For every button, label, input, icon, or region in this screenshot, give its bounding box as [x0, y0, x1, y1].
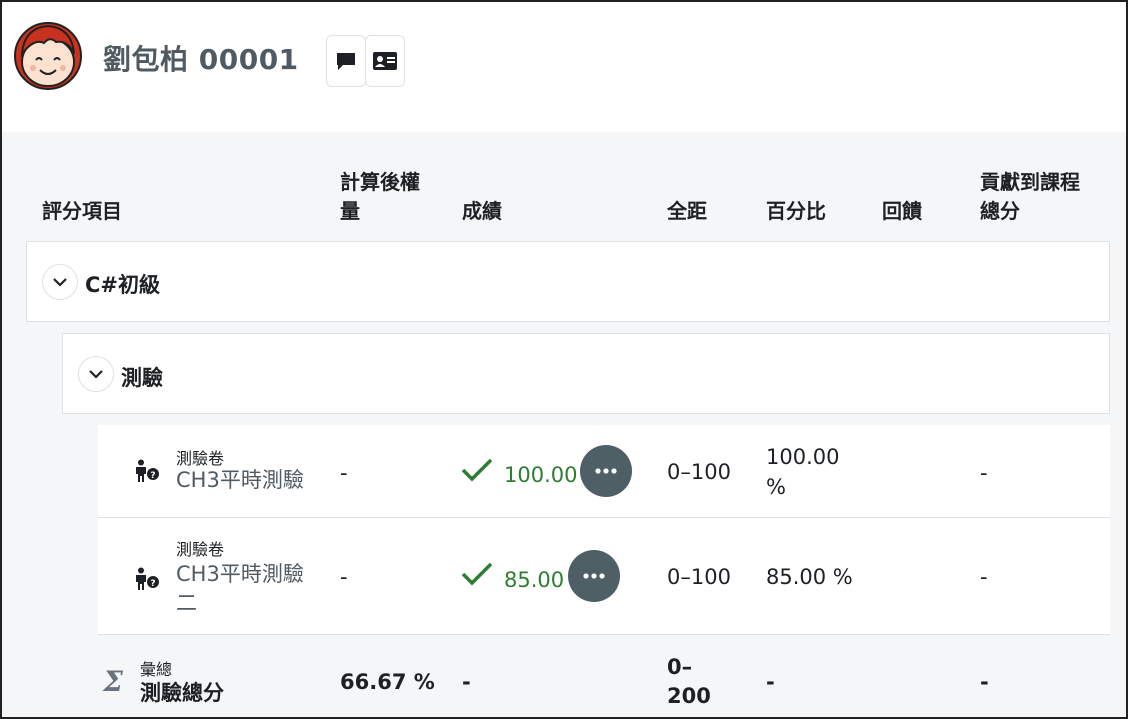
quiz-person-icon: ? — [136, 567, 159, 590]
header-range: 全距 — [667, 199, 707, 223]
total-weight: 66.67 % — [340, 670, 435, 694]
header-weight-line1: 計算後權 — [340, 170, 420, 194]
avatar[interactable] — [10, 16, 86, 92]
table-row: ? 測驗卷 CH3平時測驗 二 - 85.00 0–100 85.00 % - — [98, 518, 1110, 635]
chevron-down-icon — [89, 370, 103, 379]
message-button[interactable] — [326, 35, 366, 87]
total-name: 測驗總分 — [140, 681, 224, 705]
quiz-person-icon: ? — [136, 459, 159, 482]
header-feedback: 回饋 — [882, 199, 922, 223]
header-contribution-line1: 貢獻到課程 — [980, 170, 1080, 194]
item-type: 測驗卷 — [176, 449, 225, 468]
header-grade: 成績 — [462, 199, 502, 223]
item-name-link[interactable]: CH3平時測驗 — [176, 467, 326, 494]
contribution-value: - — [980, 565, 988, 589]
message-icon — [337, 53, 355, 70]
item-name-link-line1[interactable]: CH3平時測驗 — [176, 561, 326, 588]
svg-text:?: ? — [150, 579, 155, 589]
category-total-row: Σ 彙總 測驗總分 66.67 % - 0– 200 - - — [98, 635, 1110, 717]
ellipsis-icon — [595, 468, 617, 474]
grade-report: 評分項目 計算後權 量 成績 全距 百分比 回饋 貢獻到課程 總分 C#初級 測… — [2, 132, 1126, 717]
total-grade: - — [462, 670, 471, 694]
header-item: 評分項目 — [42, 199, 122, 223]
range-value: 0–100 — [667, 565, 731, 589]
grade-value: 85.00 — [504, 568, 565, 592]
collapse-button[interactable] — [78, 356, 114, 392]
header-contribution-line2: 總分 — [980, 199, 1020, 223]
user-name: 劉包柏 00001 — [103, 43, 299, 76]
weight-value: - — [340, 565, 348, 589]
chevron-down-icon — [53, 278, 67, 287]
check-icon — [461, 562, 493, 586]
page-header: 劉包柏 00001 — [2, 2, 1126, 132]
percent-value: 85.00 % — [766, 565, 853, 589]
category-row: C#初級 — [26, 241, 1110, 322]
total-percent: - — [766, 670, 775, 694]
grade-actions-button[interactable] — [580, 445, 632, 497]
ellipsis-icon — [583, 573, 605, 579]
range-value: 0–100 — [667, 460, 731, 484]
weight-value: - — [340, 461, 348, 485]
percent-value-line2: % — [766, 475, 786, 499]
category-name: 測驗 — [121, 366, 163, 390]
table-row: ? 測驗卷 CH3平時測驗 - 100.00 0–100 100.00 % - — [98, 425, 1110, 518]
percent-value-line1: 100.00 — [766, 445, 840, 469]
category-row: 測驗 — [62, 333, 1110, 414]
collapse-button[interactable] — [42, 264, 78, 300]
contribution-value: - — [980, 461, 988, 485]
total-type: 彙總 — [140, 660, 173, 679]
check-icon — [461, 458, 493, 482]
id-card-icon — [373, 52, 397, 70]
total-contribution: - — [980, 670, 989, 694]
item-name-link-line2[interactable]: 二 — [176, 590, 326, 617]
category-name: C#初級 — [85, 273, 161, 297]
sigma-icon: Σ — [102, 667, 123, 695]
total-range-line1: 0– — [667, 655, 693, 679]
total-range-line2: 200 — [667, 684, 711, 708]
item-type: 測驗卷 — [176, 540, 225, 559]
header-percent: 百分比 — [766, 199, 826, 223]
grade-actions-button[interactable] — [568, 550, 620, 602]
svg-text:?: ? — [150, 471, 155, 481]
grade-value: 100.00 — [504, 463, 578, 487]
svg-text:Σ: Σ — [102, 667, 123, 695]
profile-button[interactable] — [365, 35, 405, 87]
header-weight-line2: 量 — [340, 199, 360, 223]
